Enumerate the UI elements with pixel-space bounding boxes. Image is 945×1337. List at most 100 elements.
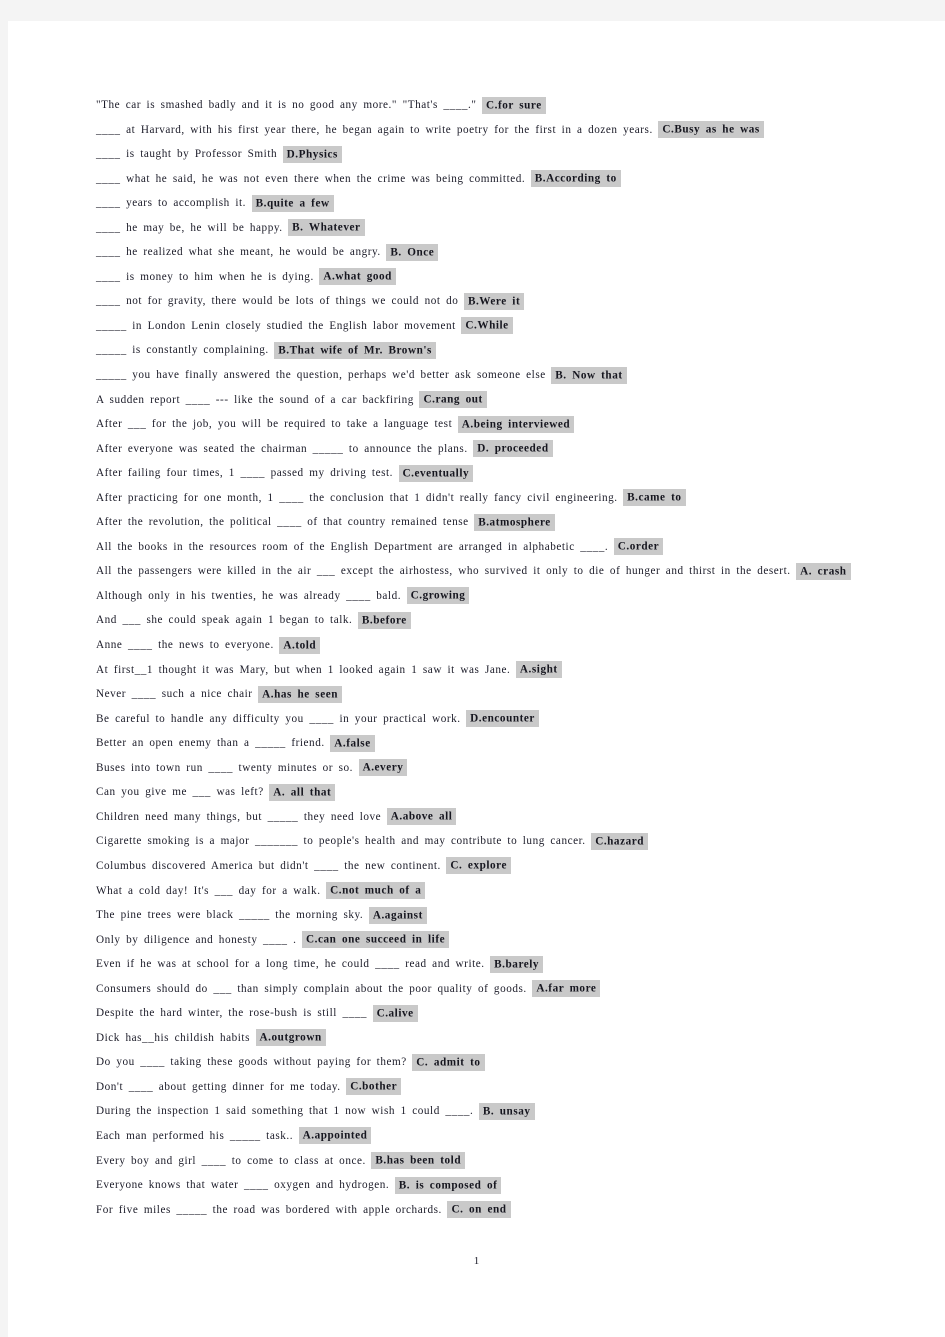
highlighted-answer: C.alive	[372, 1004, 418, 1022]
question-line: Be careful to handle any difficulty you …	[96, 707, 886, 732]
question-line: A sudden report ____ --- like the sound …	[96, 388, 886, 413]
highlighted-answer: B.came to	[623, 489, 686, 507]
highlighted-answer: C.rang out	[419, 391, 487, 409]
question-line: For five miles _____ the road was border…	[96, 1198, 886, 1223]
highlighted-answer: C.growing	[406, 587, 470, 605]
highlighted-answer: C.hazard	[591, 832, 649, 850]
question-stem: After everyone was seated the chairman _…	[96, 442, 468, 455]
question-line: The pine trees were black _____ the morn…	[96, 903, 886, 928]
question-stem: The pine trees were black _____ the morn…	[96, 909, 364, 922]
highlighted-answer: B. is composed of	[394, 1176, 502, 1194]
question-line: Anne ____ the news to everyone. A.told	[96, 633, 886, 658]
highlighted-answer: A.has he seen	[258, 685, 342, 703]
question-stem: Even if he was at school for a long time…	[96, 958, 485, 971]
highlighted-answer: A.outgrown	[255, 1029, 326, 1047]
question-stem: Despite the hard winter, the rose-bush i…	[96, 1007, 368, 1020]
question-line: Better an open enemy than a _____ friend…	[96, 731, 886, 756]
question-line: Buses into town run ____ twenty minutes …	[96, 756, 886, 781]
highlighted-answer: B.before	[357, 611, 411, 629]
question-line: Everyone knows that water ____ oxygen an…	[96, 1173, 886, 1198]
question-stem: ____ what he said, he was not even there…	[96, 172, 526, 185]
question-stem: _____ in London Lenin closely studied th…	[96, 319, 456, 332]
question-stem: "The car is smashed badly and it is no g…	[96, 99, 477, 111]
question-stem: Each man performed his _____ task..	[96, 1129, 294, 1142]
question-stem: All the books in the resources room of t…	[96, 540, 609, 553]
highlighted-answer: B.atmosphere	[474, 513, 555, 531]
highlighted-answer: B.Were it	[463, 292, 525, 310]
question-line: Each man performed his _____ task.. A.ap…	[96, 1124, 886, 1149]
question-line: Don't ____ about getting dinner for me t…	[96, 1075, 886, 1100]
highlighted-answer: A.false	[330, 734, 375, 752]
highlighted-answer: A.against	[368, 906, 427, 924]
question-stem: ____ is taught by Professor Smith	[96, 148, 278, 161]
question-stem: Although only in his twenties, he was al…	[96, 589, 402, 602]
question-line: What a cold day! It's ___ day for a walk…	[96, 879, 886, 904]
question-line: Dick has__his childish habits A.outgrown	[96, 1026, 886, 1051]
question-stem: For five miles _____ the road was border…	[96, 1203, 442, 1216]
document-page: "The car is smashed badly and it is no g…	[8, 21, 945, 1337]
question-line: Despite the hard winter, the rose-bush i…	[96, 1001, 886, 1026]
question-stem: All the passengers were killed in the ai…	[96, 565, 791, 578]
question-line: After ___ for the job, you will be requi…	[96, 412, 886, 437]
question-stem: _____ is constantly complaining.	[96, 344, 269, 357]
question-stem: ____ is money to him when he is dying.	[96, 270, 314, 283]
highlighted-answer: B. unsay	[478, 1102, 535, 1120]
highlighted-answer: C. on end	[447, 1201, 511, 1219]
question-line: ____ years to accomplish it. B.quite a f…	[96, 191, 886, 216]
question-stem: During the inspection 1 said something t…	[96, 1105, 474, 1118]
question-stem: ____ he realized what she meant, he woul…	[96, 246, 381, 259]
question-stem: Only by diligence and honesty ____ .	[96, 933, 297, 946]
highlighted-answer: B.According to	[530, 170, 621, 188]
question-stem: At first__1 thought it was Mary, but whe…	[96, 663, 511, 676]
question-stem: Can you give me ___ was left?	[96, 786, 264, 799]
question-stem: Anne ____ the news to everyone.	[96, 639, 274, 652]
highlighted-answer: B. Now that	[551, 366, 627, 384]
question-line: After practicing for one month, 1 ____ t…	[96, 486, 886, 511]
question-line: At first__1 thought it was Mary, but whe…	[96, 658, 886, 683]
question-stem: Be careful to handle any difficulty you …	[96, 712, 461, 725]
question-stem: ____ years to accomplish it.	[96, 197, 247, 210]
question-line: "The car is smashed badly and it is no g…	[96, 93, 886, 118]
question-line: ____ he may be, he will be happy. B. Wha…	[96, 216, 886, 241]
question-stem: ____ not for gravity, there would be lot…	[96, 295, 459, 308]
highlighted-answer: C. explore	[446, 857, 511, 875]
question-stem: What a cold day! It's ___ day for a walk…	[96, 884, 321, 897]
highlighted-answer: A.every	[358, 759, 408, 777]
highlighted-answer: D.Physics	[282, 145, 342, 163]
question-stem: Every boy and girl ____ to come to class…	[96, 1154, 366, 1167]
highlighted-answer: A.what good	[319, 268, 396, 286]
highlighted-answer: B. Once	[386, 243, 439, 261]
question-stem: Do you ____ taking these goods without p…	[96, 1056, 407, 1069]
highlighted-answer: C.eventually	[398, 464, 474, 482]
question-line: Cigarette smoking is a major _______ to …	[96, 829, 886, 854]
question-line: Only by diligence and honesty ____ . C.c…	[96, 928, 886, 953]
highlighted-answer: C.Busy as he was	[658, 121, 764, 139]
question-stem: Don't ____ about getting dinner for me t…	[96, 1080, 341, 1093]
question-stem: A sudden report ____ --- like the sound …	[96, 393, 414, 406]
question-line: ____ is taught by Professor Smith D.Phys…	[96, 142, 886, 167]
question-stem: Dick has__his childish habits	[96, 1031, 250, 1044]
question-line: Even if he was at school for a long time…	[96, 952, 886, 977]
page-number: 1	[473, 1255, 480, 1267]
highlighted-answer: B.quite a few	[251, 194, 334, 212]
question-line: ____ he realized what she meant, he woul…	[96, 240, 886, 265]
question-stem: ____ at Harvard, with his first year the…	[96, 123, 653, 136]
question-line: All the passengers were killed in the ai…	[96, 559, 886, 584]
question-line: All the books in the resources room of t…	[96, 535, 886, 560]
highlighted-answer: C.for sure	[482, 96, 546, 114]
highlighted-answer: C.While	[461, 317, 513, 335]
highlighted-answer: B.barely	[490, 955, 544, 973]
highlighted-answer: C.bother	[346, 1078, 402, 1096]
question-line: _____ is constantly complaining. B.That …	[96, 338, 886, 363]
highlighted-answer: D. proceeded	[473, 440, 553, 458]
question-line: Never ____ such a nice chair A.has he se…	[96, 682, 886, 707]
question-line: After failing four times, 1 ____ passed …	[96, 461, 886, 486]
question-line: Columbus discovered America but didn't _…	[96, 854, 886, 879]
question-stem: Cigarette smoking is a major _______ to …	[96, 835, 586, 848]
question-line: During the inspection 1 said something t…	[96, 1099, 886, 1124]
question-line: _____ you have finally answered the ques…	[96, 363, 886, 388]
question-line: _____ in London Lenin closely studied th…	[96, 314, 886, 339]
highlighted-answer: A.far more	[532, 980, 601, 998]
question-stem: After the revolution, the political ____…	[96, 516, 469, 529]
question-line: And ___ she could speak again 1 began to…	[96, 608, 886, 633]
